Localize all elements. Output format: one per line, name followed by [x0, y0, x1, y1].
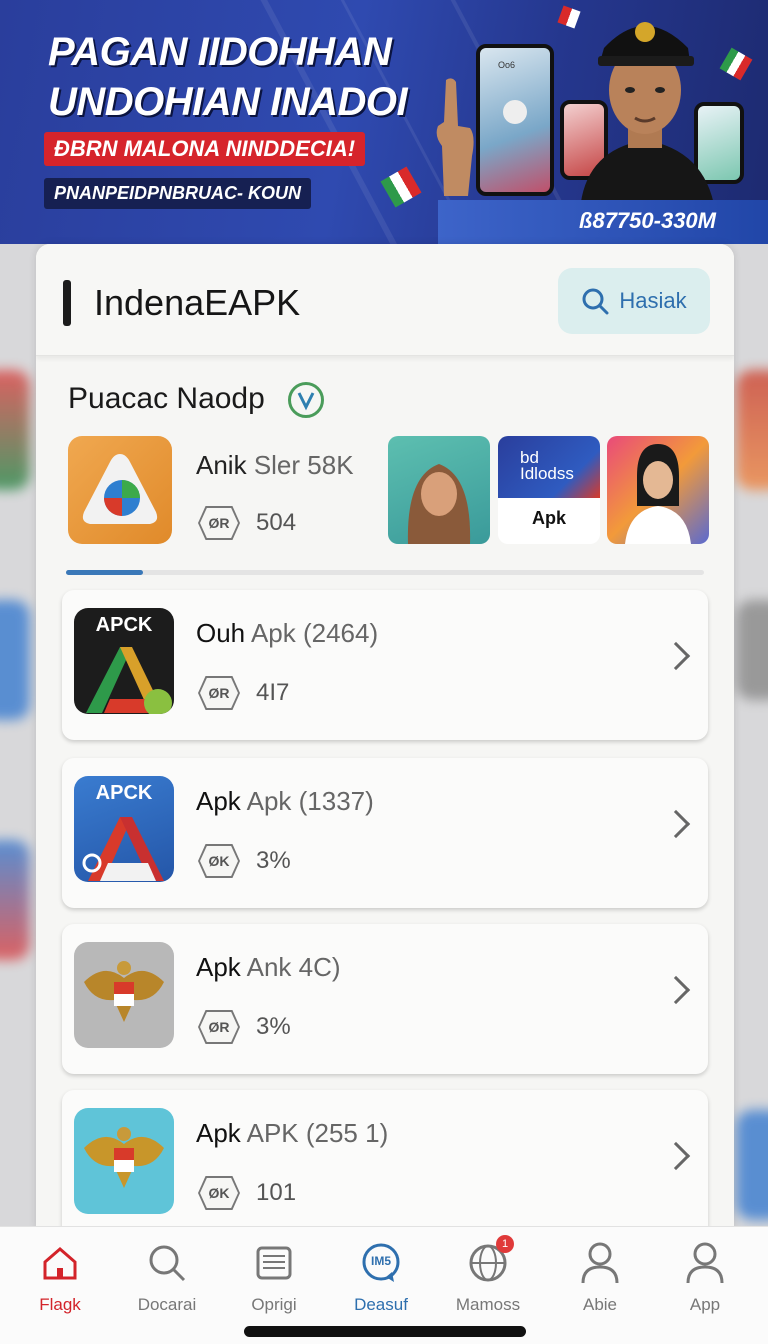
background-app-tile — [0, 840, 30, 960]
banner-title-line2: UNDOHIAN INADOI — [48, 80, 408, 124]
nav-label: App — [689, 1295, 721, 1314]
featured-app-meta: ØR 504 — [198, 506, 296, 540]
triangle-app-icon — [82, 454, 158, 524]
header-accent-bar — [63, 280, 71, 326]
search-button-label: Hasiak — [619, 288, 687, 313]
user-icon — [581, 1242, 619, 1284]
nav-item-inbox[interactable]: Oprigi — [224, 1241, 324, 1315]
app-card[interactable]: Apk APK (255 1) ØK 101 — [62, 1090, 708, 1229]
app-card-title: Apk APK (255 1) — [196, 1118, 389, 1148]
nav-label: Docarai — [137, 1295, 197, 1314]
banner-red-tag: ÐBRN MALONA NINDDECIA! — [44, 132, 366, 166]
app-card-count: 3% — [256, 847, 291, 874]
app-card-meta: ØK 101 — [198, 1176, 296, 1210]
banner-code: ß87750-330M — [438, 200, 768, 244]
background-app-tile — [0, 600, 30, 720]
home-icon — [43, 1247, 77, 1280]
app-card[interactable]: APCK Ouh Apk (2464) ØR 4I7 — [62, 590, 708, 740]
app-card-count: 3% — [256, 1013, 291, 1040]
app-card-meta: ØR 4I7 — [198, 676, 289, 710]
app-card[interactable]: Apk Ank 4C) ØR 3% — [62, 924, 708, 1074]
chevron-right-icon[interactable] — [661, 641, 691, 671]
verified-badge-icon — [288, 382, 324, 418]
nav-label: Mamoss — [455, 1295, 521, 1314]
rating-badge-icon: ØR — [198, 1010, 240, 1044]
sheet-header: IndenaEAPK Hasiak — [36, 244, 734, 356]
nav-item-globe[interactable]: 1 Mamoss — [438, 1235, 538, 1315]
featured-app-name[interactable]: Anik Sler 58K — [196, 450, 354, 481]
thumbnail-promo-card[interactable]: bd Idlodss Apk — [498, 436, 600, 544]
thumb-line2: Idlodss — [520, 464, 574, 483]
background-app-tile — [736, 370, 768, 490]
chevron-right-icon[interactable] — [661, 975, 691, 1005]
section-title: Puacac Naodp — [68, 382, 265, 415]
search-icon — [582, 288, 609, 315]
background-app-tile — [736, 600, 768, 700]
nav-label: Deasuf — [354, 1295, 408, 1314]
app-card[interactable]: APCK Apk Apk (1337) ØK 3% — [62, 758, 708, 908]
nav-item-profile[interactable]: App — [655, 1241, 755, 1315]
nav-item-chat[interactable]: IM5 Deasuf — [331, 1241, 431, 1315]
rating-badge-icon: ØR — [198, 676, 240, 710]
featured-app-count: 504 — [256, 509, 297, 536]
featured-app-icon[interactable] — [68, 436, 172, 544]
rating-badge-icon: ØR — [198, 506, 240, 540]
featured-app-title: Anik — [196, 450, 247, 480]
nav-item-home[interactable]: Flagk — [10, 1241, 110, 1315]
rating-badge-icon: ØK — [198, 1176, 240, 1210]
app-card-count: 101 — [256, 1179, 297, 1206]
garuda-app-icon — [74, 1108, 174, 1214]
profile-icon — [686, 1242, 724, 1284]
nav-label: Oprigi — [251, 1295, 297, 1314]
person-thumbnail-image — [625, 444, 691, 544]
flag-decoration — [380, 166, 422, 208]
app-card-title: Ouh Apk (2464) — [196, 618, 379, 648]
banner-dark-tag: PNANPEIDPNBRUAC- KOUN — [44, 178, 312, 209]
thumbnail-woman-hijab[interactable] — [388, 436, 490, 544]
garuda-app-icon — [74, 942, 174, 1048]
app-list-sheet[interactable]: IndenaEAPK Hasiak Puacac Naodp Anik Sler… — [36, 244, 734, 1229]
rating-badge-icon: ØK — [198, 844, 240, 878]
search-button[interactable]: Hasiak — [558, 268, 710, 334]
search-icon — [149, 1245, 186, 1282]
featured-app-subtitle: Sler 58K — [253, 450, 354, 480]
notification-badge: 1 — [496, 1235, 514, 1253]
banner-person-image — [580, 22, 715, 210]
apck-app-icon: APCK — [74, 608, 174, 714]
person-thumbnail-image — [407, 464, 471, 544]
chevron-right-icon[interactable] — [661, 809, 691, 839]
app-card-meta: ØR 3% — [198, 1010, 291, 1044]
page-title: IndenaEAPK — [94, 282, 301, 323]
nav-label: Abie — [582, 1295, 618, 1314]
app-card-count: 4I7 — [256, 679, 290, 706]
app-card-title: Apk Apk (1337) — [196, 786, 374, 816]
nav-item-search[interactable]: Docarai — [117, 1241, 217, 1315]
background-app-tile — [0, 370, 30, 490]
banner-title-line1: PAGAN IIDOHHAN — [48, 30, 392, 74]
thumb-apk-label: Apk — [531, 508, 566, 528]
home-indicator[interactable] — [244, 1326, 526, 1337]
chevron-right-icon[interactable] — [661, 1141, 691, 1171]
pointing-hand-icon — [436, 78, 474, 196]
nav-item-user[interactable]: Abie — [550, 1241, 650, 1315]
app-card-title: Apk Ank 4C) — [196, 952, 341, 982]
app-card-meta: ØK 3% — [198, 844, 291, 878]
apck-app-icon: APCK — [74, 776, 174, 882]
inbox-icon — [256, 1246, 292, 1280]
background-app-tile — [736, 1110, 768, 1220]
chat-bubble-text: IM5 — [370, 1254, 391, 1268]
nav-label: Flagk — [39, 1295, 81, 1314]
carousel-progress — [66, 570, 704, 575]
thumbnail-woman-portrait[interactable] — [607, 436, 709, 544]
promo-banner[interactable]: PAGAN IIDOHHAN UNDOHIAN INADOI ÐBRN MALO… — [0, 0, 768, 244]
